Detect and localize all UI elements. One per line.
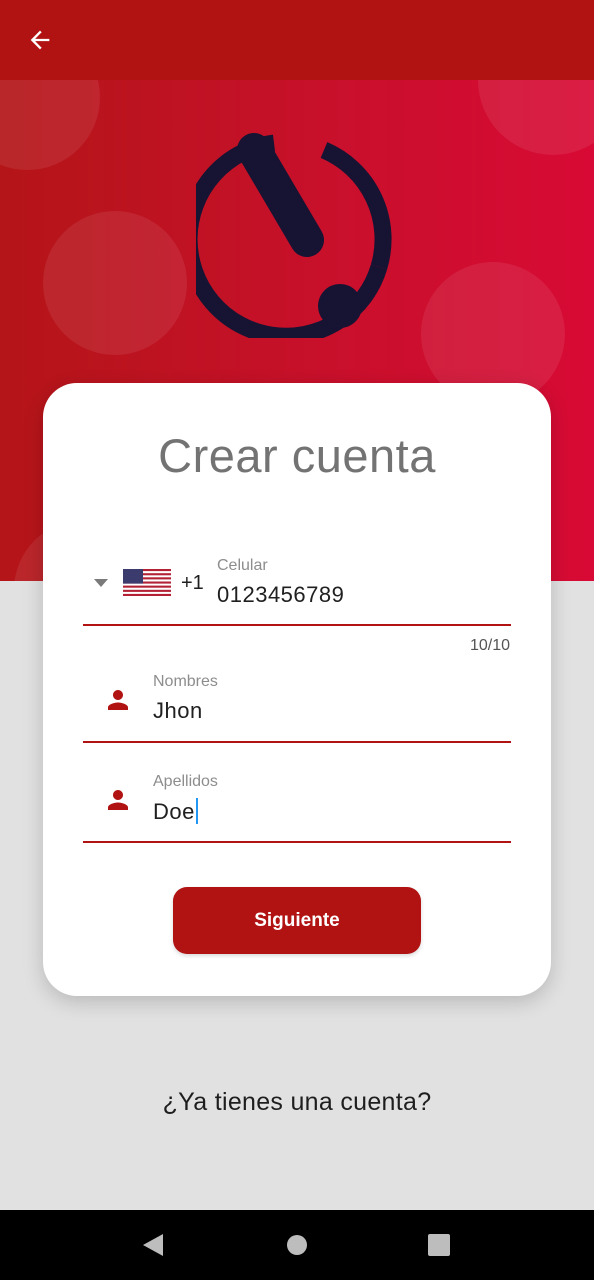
person-icon [108, 690, 128, 710]
system-nav-bar [0, 1210, 594, 1280]
arrow-left-icon [30, 30, 50, 50]
first-name-input[interactable]: Jhon [153, 698, 203, 724]
last-name-label: Apellidos [153, 773, 218, 790]
back-button[interactable] [20, 22, 60, 58]
us-flag-icon[interactable] [123, 569, 171, 596]
first-name-underline [83, 741, 511, 743]
page-title: Crear cuenta [158, 429, 436, 482]
last-name-value: Doe [153, 799, 195, 824]
app-bar [0, 0, 594, 80]
dial-code[interactable]: +1 [181, 572, 204, 595]
phone-char-counter: 10/10 [469, 637, 510, 654]
last-name-input[interactable]: Doe [153, 798, 198, 825]
text-cursor [195, 798, 198, 824]
last-name-underline [83, 841, 511, 843]
first-name-label: Nombres [153, 673, 218, 690]
phone-input[interactable]: 0123456789 [217, 582, 344, 608]
chevron-down-icon[interactable] [93, 578, 109, 588]
login-link[interactable]: ¿Ya tienes una cuenta? [0, 1088, 594, 1117]
next-button[interactable]: Siguiente [173, 887, 421, 954]
nav-recents-icon[interactable] [427, 1232, 451, 1258]
exclamation-timer-logo [196, 133, 392, 338]
phone-underline [83, 624, 511, 626]
phone-label: Celular [217, 557, 268, 574]
nav-home-icon[interactable] [285, 1232, 309, 1258]
decorative-bubble [43, 211, 187, 355]
person-icon [108, 790, 128, 810]
nav-back-icon[interactable] [141, 1232, 165, 1258]
